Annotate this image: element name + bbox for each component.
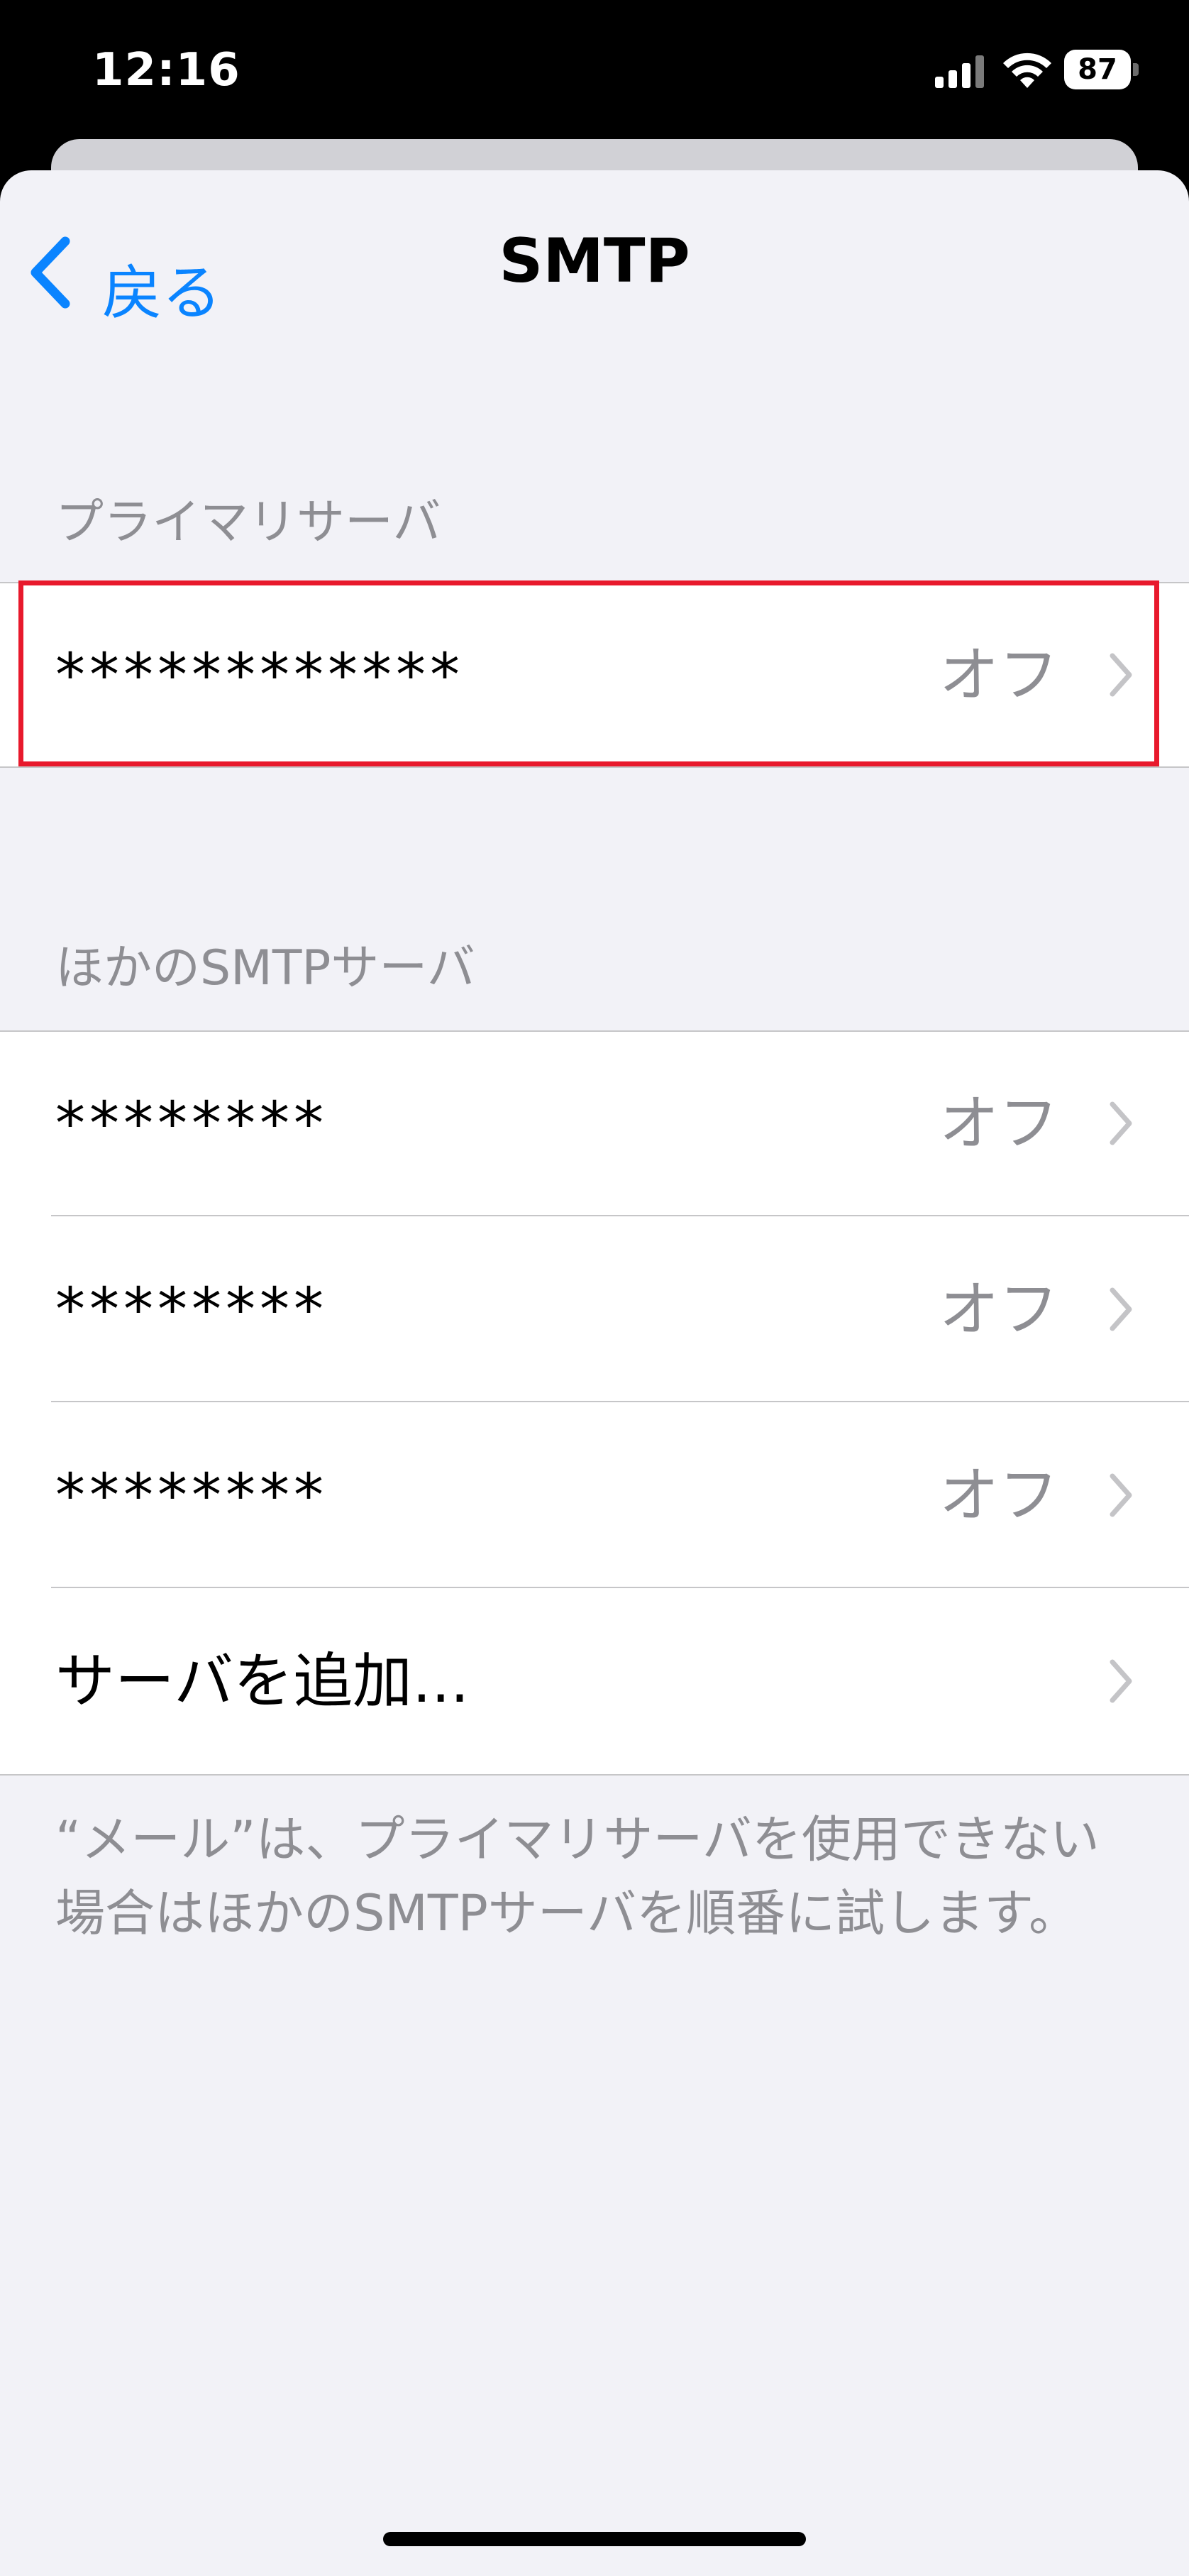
signal-icon [935,55,984,88]
status-time: 12:16 [92,44,240,97]
primary-server-group: ************ オフ [0,582,1189,768]
back-button[interactable]: 戻る [27,220,254,328]
add-server-label: サーバを追加... [55,1646,470,1716]
add-server-row[interactable]: サーバを追加... [0,1588,1189,1774]
other-servers-group: ******** オフ ******** オフ ******** オフ サーバを… [0,1030,1189,1776]
other-server-row[interactable]: ******** オフ [0,1216,1189,1402]
smtp-settings-sheet: SMTP 戻る プライマリサーバ ************ オフ ほかのSMTP [0,170,1189,2576]
primary-server-row[interactable]: ************ オフ [0,582,1189,768]
other-server-row[interactable]: ******** オフ [0,1402,1189,1588]
chevron-right-icon [1110,653,1132,697]
other-server-row[interactable]: ******** オフ [0,1030,1189,1216]
status-bar: 12:16 87 [0,0,1189,142]
battery-icon: 87 [1064,50,1139,89]
chevron-right-icon [1110,1101,1132,1145]
server-name: ******** [55,1089,328,1158]
footer-note: “メール”は、プライマリサーバを使用できない場合はほかのSMTPサーバを順番に試… [55,1810,1100,1942]
server-status: オフ [939,640,1058,710]
home-indicator[interactable] [383,2532,806,2546]
chevron-right-icon [1110,1287,1132,1331]
group-separator [0,766,1189,768]
server-status: オフ [939,1275,1058,1344]
server-name: ************ [55,640,464,710]
phone-screen: 12:16 87 SMTP 戻る プライマリサーバ ************ オ… [0,0,1189,2576]
primary-server-header: プライマリサーバ [55,495,441,551]
other-servers-header: ほかのSMTPサーバ [55,940,475,996]
back-chevron-icon [31,236,70,309]
server-name: ******** [55,1460,328,1530]
battery-cap [1133,63,1139,76]
server-status: オフ [939,1460,1058,1530]
back-label: 戻る [102,258,222,328]
chevron-right-icon [1110,1659,1132,1703]
server-name: ******** [55,1275,328,1344]
battery-level: 87 [1078,53,1117,86]
group-separator [0,1774,1189,1776]
chevron-right-icon [1110,1473,1132,1517]
wifi-icon [1003,53,1051,88]
server-status: オフ [939,1089,1058,1158]
navigation-bar: SMTP 戻る [0,170,1189,341]
